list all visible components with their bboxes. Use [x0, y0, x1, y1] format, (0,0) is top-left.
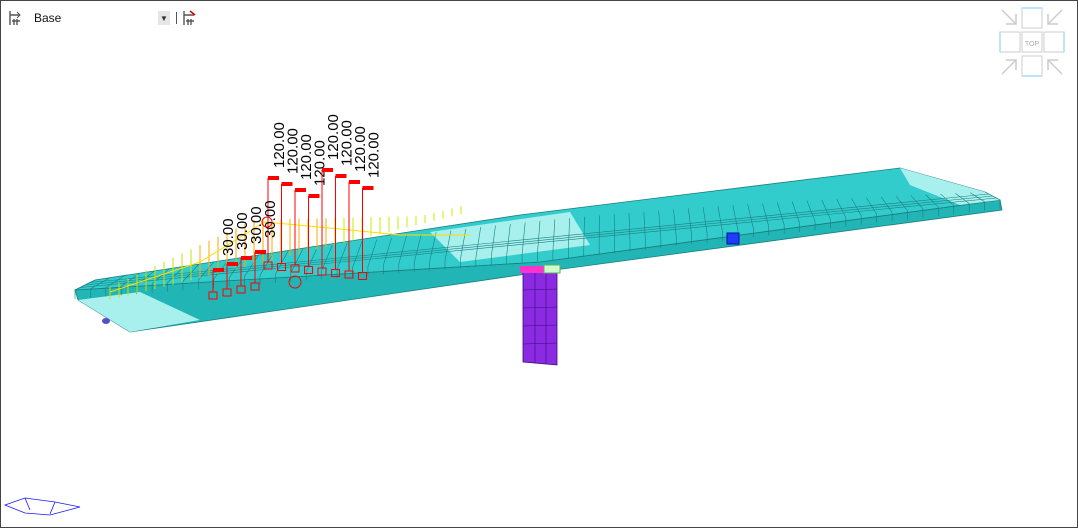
load-arrow-head — [255, 250, 266, 254]
load-arrow-head — [308, 194, 320, 198]
load-arrow-head — [227, 262, 238, 266]
axis-triad-icon — [3, 497, 81, 516]
load-arrow-head — [349, 180, 360, 184]
load-arrow-head — [335, 174, 347, 178]
load-value-label: 30.00 — [262, 200, 279, 238]
bearing — [520, 266, 544, 273]
node-marker[interactable] — [726, 232, 740, 245]
load-arrow-head — [268, 176, 279, 180]
load-arrow-head — [241, 256, 252, 260]
load-arrow-head — [362, 186, 374, 190]
support-marker — [102, 318, 110, 324]
load-arrow-head — [213, 268, 224, 272]
load-arrow-head — [322, 168, 333, 172]
model-canvas[interactable]: 120.00120.00120.00120.00120.00120.00120.… — [0, 0, 1078, 528]
bearing — [543, 264, 561, 274]
load-value-label: 120.00 — [366, 132, 383, 178]
load-arrow-head — [295, 188, 306, 192]
pier — [520, 264, 561, 366]
load-arrow-head — [281, 182, 293, 186]
